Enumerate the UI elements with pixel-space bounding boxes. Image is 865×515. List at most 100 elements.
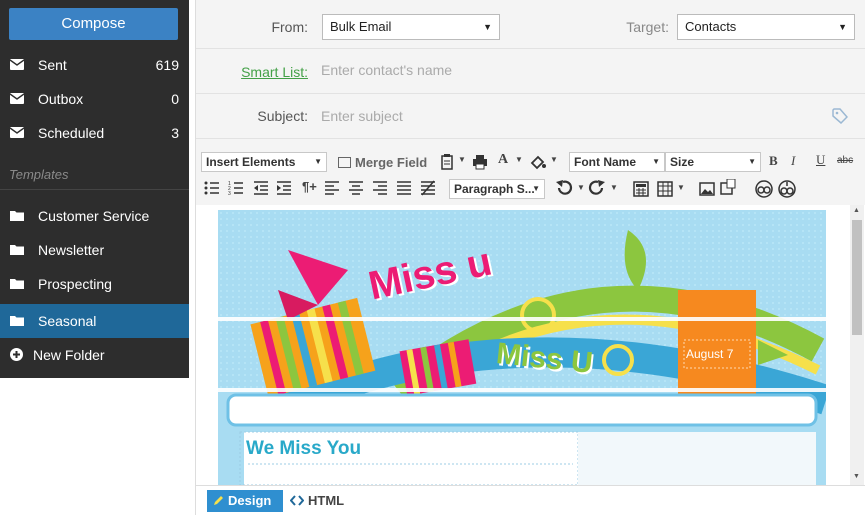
folder-icon [10,316,24,326]
template-heading[interactable]: We Miss You [246,438,361,460]
bold-icon[interactable]: B [769,153,778,169]
sidebar-item-count: 3 [171,125,179,141]
align-right-icon[interactable] [372,180,388,196]
sidebar-item-label: Prospecting [38,276,112,292]
print-icon[interactable] [472,154,488,170]
from-label: From: [271,19,308,35]
envelope-icon [10,93,24,104]
chevron-down-icon[interactable]: ▼ [677,183,685,192]
smart-list-input[interactable]: Enter contact's name [321,62,452,78]
chevron-down-icon: ▼ [314,157,322,166]
sidebar-item-scheduled[interactable]: Scheduled 3 [0,116,189,150]
sidebar-item-customer-service[interactable]: Customer Service [0,199,189,233]
insert-elements-label: Insert Elements [206,155,296,169]
paragraph-style-dropdown[interactable]: Paragraph S... ▼ [449,179,545,199]
sidebar-item-prospecting[interactable]: Prospecting [0,267,189,301]
sidebar-item-label: Outbox [38,91,84,107]
folder-icon [10,279,24,289]
chevron-down-icon: ▼ [838,22,847,32]
chevron-down-icon[interactable]: ▼ [515,155,523,164]
chevron-down-icon[interactable]: ▼ [550,155,558,164]
from-row: From: Bulk Email ▼ Target: Contacts ▼ [196,0,865,49]
editor-scrollbar[interactable]: ▲ ▼ [850,205,864,485]
target-value: Contacts [685,19,737,34]
indent-icon[interactable] [276,180,292,196]
bulleted-list-icon[interactable] [204,180,220,196]
insert-elements-dropdown[interactable]: Insert Elements ▼ [201,152,327,172]
sidebar-item-label: Seasonal [38,313,97,329]
table-icon[interactable] [657,181,673,197]
sidebar: Compose Sent 619 Outbox 0 Scheduled 3 Te… [0,0,189,378]
tab-html[interactable]: HTML [289,490,360,512]
sidebar-item-outbox[interactable]: Outbox 0 [0,82,189,116]
merge-field-label: Merge Field [355,155,428,170]
envelope-icon [10,127,24,138]
chevron-down-icon[interactable]: ▼ [458,155,466,164]
scroll-down-icon[interactable]: ▼ [853,473,860,480]
sidebar-item-label: Sent [38,57,67,73]
tag-icon[interactable] [832,108,848,124]
compose-panel: From: Bulk Email ▼ Target: Contacts ▼ Sm… [195,0,865,515]
target-select[interactable]: Contacts ▼ [677,14,855,40]
merge-field-button[interactable]: Merge Field [338,155,427,170]
clear-formatting-icon[interactable] [420,180,436,196]
outdent-icon[interactable] [253,180,269,196]
folder-icon [10,211,24,221]
chevron-down-icon[interactable]: ▼ [610,183,618,192]
pencil-icon [214,496,223,505]
code-icon [289,495,305,506]
numbered-list-icon[interactable]: 123 [228,180,244,196]
subject-row: Subject: Enter subject [196,94,865,139]
chevron-down-icon: ▼ [652,157,660,166]
from-select[interactable]: Bulk Email ▼ [322,14,500,40]
editor-canvas[interactable]: Miss u Miss U August 7 We Miss You [218,210,826,485]
compose-button[interactable]: Compose [9,8,178,40]
font-name-dropdown[interactable]: Font Name ▼ [569,152,665,172]
view-tabs: Design HTML [196,485,865,515]
undo-icon[interactable] [555,179,573,197]
templates-heading: Templates [9,167,69,182]
scroll-up-icon[interactable]: ▲ [853,207,860,214]
calculator-icon[interactable] [633,181,649,197]
align-center-icon[interactable] [348,180,364,196]
underline-icon[interactable]: U [816,152,825,168]
svg-text:3: 3 [228,191,231,196]
sidebar-item-label: Newsletter [38,242,105,258]
tab-html-label: HTML [308,493,345,508]
date-badge[interactable]: August 7 [686,347,733,361]
image-manager-icon[interactable] [720,179,736,195]
from-value: Bulk Email [330,19,392,34]
paragraph-icon[interactable]: ¶+ [302,179,317,194]
link-icon[interactable] [755,180,773,198]
chevron-down-icon: ▼ [532,184,540,193]
sidebar-item-sent[interactable]: Sent 619 [0,48,189,82]
strikethrough-icon[interactable]: abc [837,155,853,166]
subject-input[interactable]: Enter subject [321,108,403,124]
redo-icon[interactable] [588,179,606,197]
align-left-icon[interactable] [324,180,340,196]
italic-icon[interactable]: I [791,153,795,169]
highlight-icon[interactable] [530,154,546,170]
sidebar-item-seasonal[interactable]: Seasonal [0,304,189,338]
sidebar-item-count: 619 [155,57,179,73]
font-color-icon[interactable]: A [498,152,508,168]
image-icon[interactable] [699,181,715,197]
unlink-icon[interactable] [778,180,796,198]
chevron-down-icon: ▼ [748,157,756,166]
sidebar-item-newsletter[interactable]: Newsletter [0,233,189,267]
smart-list-row: Smart List: Enter contact's name [196,49,865,94]
new-folder-button[interactable]: New Folder [0,338,189,372]
size-dropdown[interactable]: Size ▼ [665,152,761,172]
chevron-down-icon[interactable]: ▼ [577,183,585,192]
sidebar-item-count: 0 [171,91,179,107]
tab-design[interactable]: Design [207,490,283,512]
chevron-down-icon: ▼ [483,22,492,32]
align-justify-icon[interactable] [396,180,412,196]
size-label: Size [670,155,695,169]
paragraph-style-label: Paragraph S... [454,182,535,196]
smart-list-link[interactable]: Smart List: [216,64,308,80]
scrollbar-thumb[interactable] [852,220,862,335]
merge-field-icon [338,157,351,168]
paste-icon[interactable] [439,154,455,170]
tab-design-label: Design [228,493,272,508]
